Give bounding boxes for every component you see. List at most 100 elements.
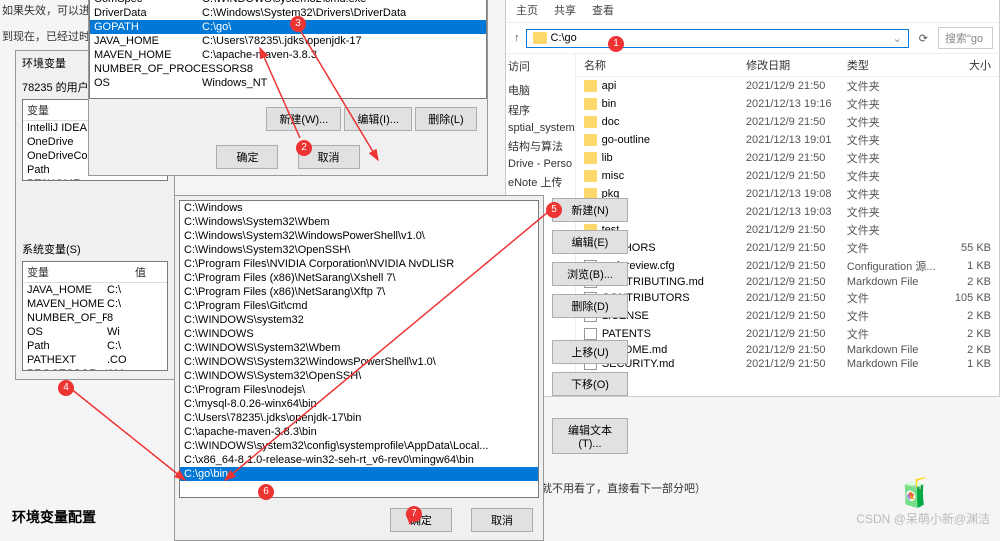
- list-item[interactable]: OSWi: [23, 325, 167, 339]
- file-row[interactable]: lib2021/12/9 21:50文件夹: [576, 149, 999, 167]
- sys-vars-label: 系统变量(S): [22, 241, 168, 257]
- list-item[interactable]: C:\Program Files (x86)\NetSarang\Xftp 7\: [180, 285, 538, 299]
- delete-button[interactable]: 删除(D): [552, 294, 628, 318]
- ok-button[interactable]: 确定: [216, 145, 278, 169]
- folder-icon: [584, 80, 597, 92]
- list-item[interactable]: C:\Windows: [180, 201, 538, 215]
- list-item[interactable]: C:\WINDOWS\system32\config\systemprofile…: [180, 439, 538, 453]
- table-row[interactable]: JAVA_HOMEC:\Users\78235\.jdks\openjdk-17: [90, 34, 486, 48]
- edit-path-dialog: C:\WindowsC:\Windows\System32\WbemC:\Win…: [174, 195, 544, 541]
- sys-vars-list[interactable]: 变量值 JAVA_HOMEC:\MAVEN_HOMEC:\NUMBER_OF_P…: [22, 261, 168, 371]
- table-row[interactable]: DriverDataC:\Windows\System32\Drivers\Dr…: [90, 6, 486, 20]
- vars-list[interactable]: ComSpecC:\WINDOWS\system32\cmd.exeDriver…: [89, 0, 487, 99]
- badge-7: 7: [406, 506, 422, 522]
- file-row[interactable]: README.md2021/12/9 21:50Markdown File2 K…: [576, 343, 999, 357]
- file-row[interactable]: LICENSE2021/12/9 21:50文件2 KB: [576, 307, 999, 325]
- file-list[interactable]: 名称 修改日期 类型 大小 api2021/12/9 21:50文件夹bin20…: [576, 54, 999, 374]
- user-vars-wide-dialog: ComSpecC:\WINDOWS\system32\cmd.exeDriver…: [88, 0, 488, 176]
- browse-button[interactable]: 浏览(B)...: [552, 262, 628, 286]
- tree-item[interactable]: 电脑: [506, 80, 575, 100]
- edit-button[interactable]: 编辑(E): [552, 230, 628, 254]
- list-item[interactable]: C:\Windows\System32\WindowsPowerShell\v1…: [180, 229, 538, 243]
- badge-1: 1: [608, 36, 624, 52]
- list-item[interactable]: C:\Program Files\Git\cmd: [180, 299, 538, 313]
- file-row[interactable]: CONTRIBUTORS2021/12/9 21:50文件105 KB: [576, 289, 999, 307]
- file-row[interactable]: VERSION2021/12/9 21:50文件1 KB: [576, 371, 999, 374]
- list-item[interactable]: PATHEXT.CO: [23, 353, 167, 367]
- tree-item[interactable]: 程序: [506, 100, 575, 120]
- folder-icon: [584, 134, 597, 146]
- chevron-down-icon[interactable]: ⌄: [893, 32, 902, 45]
- movedown-button[interactable]: 下移(O): [552, 372, 628, 396]
- list-item[interactable]: C:\apache-maven-3.8.3\bin: [180, 425, 538, 439]
- tree-item[interactable]: Drive - Perso: [506, 156, 575, 172]
- folder-icon: [584, 98, 597, 110]
- address-bar[interactable]: C:\go⌄: [526, 29, 909, 48]
- search-input[interactable]: 搜索"go: [938, 27, 993, 49]
- tab-home[interactable]: 主页: [516, 2, 538, 18]
- table-row[interactable]: MAVEN_HOMEC:\apache-maven-3.8.3: [90, 48, 486, 62]
- table-row[interactable]: NUMBER_OF_PROCESSORS8: [90, 62, 486, 76]
- tab-view[interactable]: 查看: [592, 2, 614, 18]
- list-item[interactable]: C:\WINDOWS\System32\Wbem: [180, 341, 538, 355]
- list-item[interactable]: C:\Users\78235\.jdks\openjdk-17\bin: [180, 411, 538, 425]
- tree-item[interactable]: sptial_system: [506, 120, 575, 136]
- folder-icon: [584, 152, 597, 164]
- list-item[interactable]: C:\Program Files (x86)\NetSarang\Xshell …: [180, 271, 538, 285]
- file-row[interactable]: SECURITY.md2021/12/9 21:50Markdown File1…: [576, 357, 999, 371]
- edit-button[interactable]: 编辑(I)...: [344, 107, 412, 131]
- moveup-button[interactable]: 上移(U): [552, 340, 628, 364]
- edittext-button[interactable]: 编辑文本(T)...: [552, 418, 628, 454]
- badge-5: 5: [546, 202, 562, 218]
- tree-item[interactable]: 访问: [506, 56, 575, 76]
- list-item[interactable]: JAVA_HOMEC:\: [23, 283, 167, 297]
- file-row[interactable]: PATENTS2021/12/9 21:50文件2 KB: [576, 325, 999, 343]
- refresh-icon[interactable]: ⟳: [913, 30, 934, 47]
- up-icon[interactable]: ↑: [512, 30, 522, 46]
- file-row[interactable]: misc2021/12/9 21:50文件夹: [576, 167, 999, 185]
- list-item[interactable]: C:\WINDOWS\System32\WindowsPowerShell\v1…: [180, 355, 538, 369]
- list-item[interactable]: C:\Program Files\NVIDIA Corporation\NVID…: [180, 257, 538, 271]
- list-item[interactable]: C:\WINDOWS: [180, 327, 538, 341]
- list-item[interactable]: C:\WINDOWS\System32\OpenSSH\: [180, 369, 538, 383]
- list-item[interactable]: NUMBER_OF_PROCESSORS8: [23, 311, 167, 325]
- cancel-button[interactable]: 取消: [471, 508, 533, 532]
- list-item[interactable]: C:\WINDOWS\system32: [180, 313, 538, 327]
- list-item[interactable]: C:\Windows\System32\Wbem: [180, 215, 538, 229]
- list-item[interactable]: PROCESSOR_ARCHITECT...AM: [23, 367, 167, 371]
- file-row[interactable]: go-outline2021/12/13 19:01文件夹: [576, 131, 999, 149]
- delete-button[interactable]: 删除(L): [415, 107, 477, 131]
- file-row[interactable]: doc2021/12/9 21:50文件夹: [576, 113, 999, 131]
- watermark: CSDN @呆萌小新@渊洁: [856, 510, 990, 527]
- list-item[interactable]: PT6HOME: [23, 177, 167, 181]
- list-item[interactable]: C:\Program Files\nodejs\: [180, 383, 538, 397]
- list-item[interactable]: C:\Windows\System32\OpenSSH\: [180, 243, 538, 257]
- path-list[interactable]: C:\WindowsC:\Windows\System32\WbemC:\Win…: [179, 200, 539, 498]
- file-row[interactable]: CONTRIBUTING.md2021/12/9 21:50Markdown F…: [576, 275, 999, 289]
- file-row[interactable]: pkg2021/12/13 19:08文件夹: [576, 185, 999, 203]
- list-item[interactable]: MAVEN_HOMEC:\: [23, 297, 167, 311]
- tree-item[interactable]: eNote 上传: [506, 172, 575, 192]
- new-button[interactable]: 新建(N): [552, 198, 628, 222]
- badge-4: 4: [58, 380, 74, 396]
- file-row[interactable]: bin2021/12/13 19:16文件夹: [576, 95, 999, 113]
- table-row[interactable]: OSWindows_NT: [90, 76, 486, 90]
- badge-3: 3: [290, 16, 306, 32]
- file-row[interactable]: api2021/12/9 21:50文件夹: [576, 77, 999, 95]
- tree-item[interactable]: 结构与算法: [506, 136, 575, 156]
- table-row[interactable]: GOPATHC:\go\: [90, 20, 486, 34]
- tab-share[interactable]: 共享: [554, 2, 576, 18]
- new-button[interactable]: 新建(W)...: [266, 107, 341, 131]
- list-item[interactable]: C:\go\bin: [180, 467, 538, 481]
- list-item[interactable]: C:\x86_64-8.1.0-release-win32-seh-rt_v6-…: [180, 453, 538, 467]
- badge-6: 6: [258, 484, 274, 500]
- file-row[interactable]: AUTHORS2021/12/9 21:50文件55 KB: [576, 239, 999, 257]
- list-item[interactable]: C:\mysql-8.0.26-winx64\bin: [180, 397, 538, 411]
- cartoon-icon: 🧃: [897, 476, 932, 509]
- bg-text: （就不用看了，直接看下一部分吧）: [530, 480, 706, 496]
- folder-icon: [584, 116, 597, 128]
- file-row[interactable]: test2021/12/9 21:50文件夹: [576, 221, 999, 239]
- list-item[interactable]: PathC:\: [23, 339, 167, 353]
- file-row[interactable]: codereview.cfg2021/12/9 21:50Configurati…: [576, 257, 999, 275]
- file-row[interactable]: src2021/12/13 19:03文件夹: [576, 203, 999, 221]
